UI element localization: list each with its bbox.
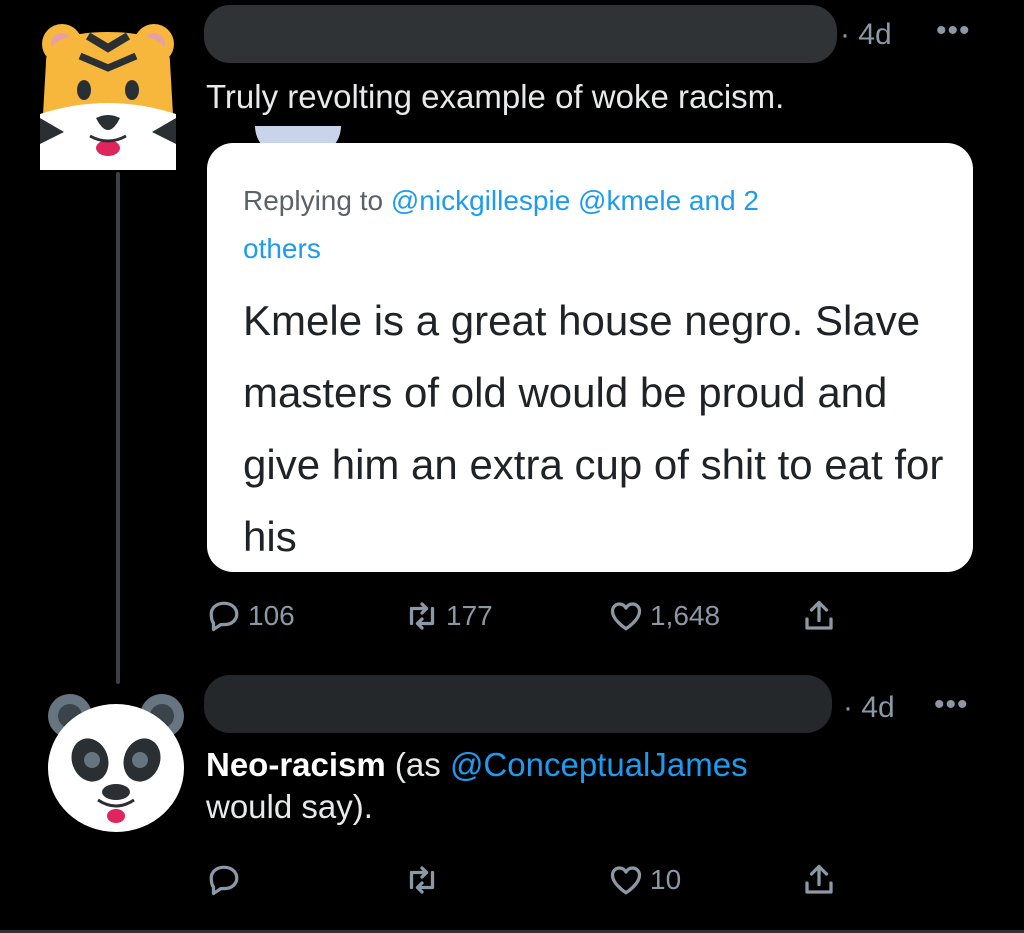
tweet-text: Neo-racism (as @ConceptualJames would sa… [206,744,986,828]
share-icon [805,600,833,630]
retweet-icon [409,602,435,630]
reply-icon [209,601,239,632]
more-options-icon[interactable]: ••• [934,688,969,722]
retweet-button[interactable] [404,862,446,898]
reply-button[interactable] [206,862,248,898]
heart-icon [610,866,642,895]
tweet-text: Truly revolting example of woke racism. [206,78,785,115]
quoted-tweet-body: Kmele is a great house negro. Slave mast… [243,297,944,560]
reply-others: others [243,233,321,264]
like-count: 10 [650,864,682,895]
panda-face-icon [40,688,188,836]
retweet-icon [409,866,435,894]
quoted-screenshot-card[interactable]: Replying to @nickgillespie @kmele and 2 … [207,143,973,572]
tweet-text-part: would say). [206,788,373,825]
thread-line [116,172,120,684]
tweet-timestamp[interactable]: · 4d [840,18,892,52]
replying-to-line: Replying to @nickgillespie @kmele and 2 … [243,177,933,273]
share-button[interactable] [801,862,837,898]
tweet-timestamp[interactable]: · 4d [843,691,895,725]
retweet-count: 177 [446,600,493,631]
tweet-text-part: (as [385,746,450,783]
tiger-face-icon [40,22,188,170]
mention-link[interactable]: @ConceptualJames [450,746,748,783]
share-button[interactable] [801,598,837,634]
reply-count: 106 [248,600,295,631]
tiger-avatar[interactable] [40,22,188,170]
like-button[interactable]: 1,648 [608,598,720,634]
replying-to-label: Replying to [243,185,391,216]
share-icon [805,864,833,894]
panda-avatar[interactable] [40,688,188,836]
reply-and-count: and 2 [681,185,760,216]
tweet-bold-text: Neo-racism [206,746,386,783]
heart-icon [610,602,642,631]
redacted-display-name [204,675,832,733]
reply-mentions: @nickgillespie @kmele [390,185,682,216]
redacted-display-name [204,5,837,63]
reply-button[interactable]: 106 [206,598,295,634]
more-options-icon[interactable]: ••• [936,14,971,48]
retweet-button[interactable]: 177 [404,598,493,634]
like-button[interactable]: 10 [608,862,681,898]
like-count: 1,648 [650,600,721,631]
reply-icon [209,865,239,896]
